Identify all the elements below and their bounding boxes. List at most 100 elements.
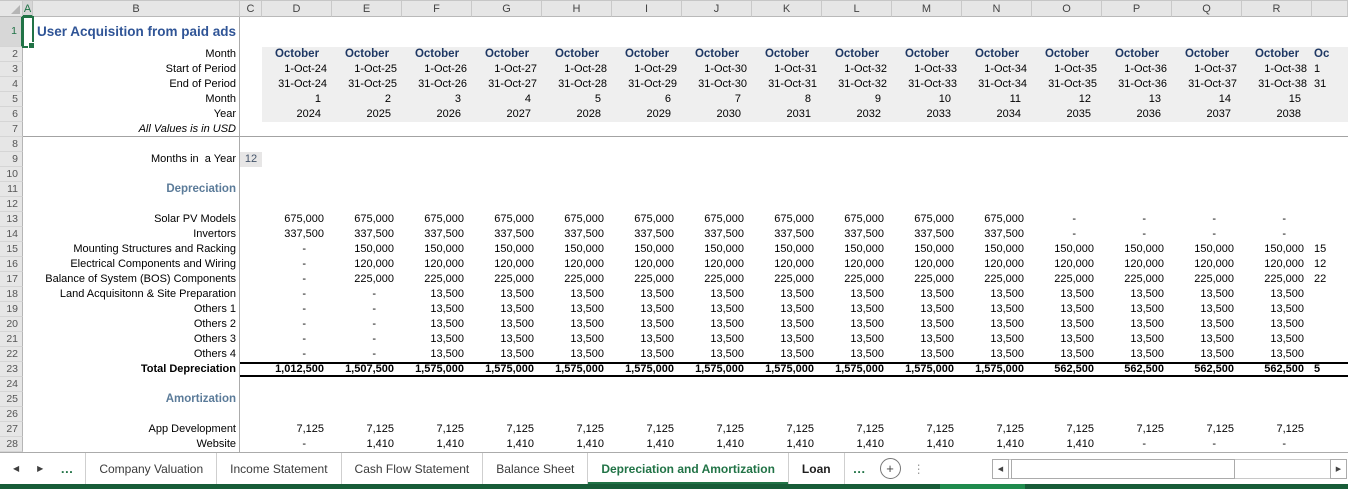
column-header-partial[interactable] (1312, 1, 1348, 17)
cell[interactable]: October (472, 47, 542, 62)
cell[interactable] (1312, 107, 1348, 122)
row-label-cell[interactable]: Depreciation (33, 182, 240, 197)
cell[interactable]: 13,500 (542, 302, 612, 317)
cell[interactable]: 1,012,500 (262, 362, 332, 377)
cell[interactable]: 31-Oct-33 (892, 77, 962, 92)
row-label-cell[interactable]: Others 4 (33, 347, 240, 362)
cell[interactable] (23, 272, 33, 287)
cell[interactable]: 13,500 (1102, 302, 1172, 317)
sheet-tab-company-valuation[interactable]: Company Valuation (85, 453, 218, 484)
cell[interactable]: 1-Oct-28 (542, 62, 612, 77)
cell[interactable]: 675,000 (892, 212, 962, 227)
cell[interactable]: 2028 (542, 107, 612, 122)
cell[interactable] (240, 347, 262, 362)
cell[interactable]: - (262, 347, 332, 362)
cell[interactable]: 2027 (472, 107, 542, 122)
cell[interactable]: 13,500 (1172, 287, 1242, 302)
cell[interactable]: 13,500 (892, 332, 962, 347)
cell[interactable]: 150,000 (682, 242, 752, 257)
cell[interactable]: 31-Oct-36 (1102, 77, 1172, 92)
cell[interactable]: 337,500 (472, 227, 542, 242)
cell[interactable]: - (332, 302, 402, 317)
cell[interactable]: 13,500 (962, 287, 1032, 302)
cell[interactable]: - (262, 242, 332, 257)
cell[interactable]: - (1032, 227, 1102, 242)
cell[interactable]: 13,500 (962, 317, 1032, 332)
cell[interactable]: 225,000 (1032, 272, 1102, 287)
cell[interactable]: 13,500 (1102, 287, 1172, 302)
column-header-C[interactable]: C (240, 1, 262, 17)
cell[interactable] (1312, 92, 1348, 107)
cell[interactable]: 2024 (262, 107, 332, 122)
column-header-K[interactable]: K (752, 1, 822, 17)
row-header-24[interactable]: 24 (0, 377, 23, 392)
cell[interactable]: 337,500 (892, 227, 962, 242)
cell[interactable] (23, 407, 33, 422)
cell[interactable]: 1,575,000 (822, 362, 892, 377)
cell[interactable]: October (1102, 47, 1172, 62)
cell[interactable]: 7 (682, 92, 752, 107)
add-sheet-button[interactable]: + (879, 458, 901, 479)
cell[interactable]: 13,500 (1102, 317, 1172, 332)
cell[interactable]: 13,500 (1172, 332, 1242, 347)
cell[interactable]: 31-Oct-31 (752, 77, 822, 92)
row-header-3[interactable]: 3 (0, 62, 23, 77)
cell[interactable]: 7,125 (262, 422, 332, 437)
row-label-cell[interactable] (33, 167, 240, 182)
cell[interactable]: 2029 (612, 107, 682, 122)
cell[interactable]: 13,500 (892, 347, 962, 362)
column-header-O[interactable]: O (1032, 1, 1102, 17)
cell[interactable]: 337,500 (682, 227, 752, 242)
cell[interactable]: - (332, 317, 402, 332)
cell[interactable]: - (262, 302, 332, 317)
fill-handle[interactable] (28, 42, 35, 49)
row-header-2[interactable]: 2 (0, 47, 23, 62)
cell[interactable]: 337,500 (402, 227, 472, 242)
cell[interactable]: - (332, 332, 402, 347)
cell[interactable]: 1 (1312, 62, 1348, 77)
row-label-cell[interactable]: Others 3 (33, 332, 240, 347)
column-header-N[interactable]: N (962, 1, 1032, 17)
cell[interactable]: - (1172, 212, 1242, 227)
cell[interactable]: 1-Oct-27 (472, 62, 542, 77)
cell[interactable] (240, 17, 262, 47)
cell[interactable]: 13,500 (682, 287, 752, 302)
cell[interactable]: October (822, 47, 892, 62)
cell[interactable]: 7,125 (752, 422, 822, 437)
row-label-cell[interactable] (33, 197, 240, 212)
cell[interactable]: - (332, 287, 402, 302)
cell[interactable]: 2038 (1242, 107, 1312, 122)
cell[interactable]: 1-Oct-26 (402, 62, 472, 77)
cell[interactable]: 120,000 (822, 257, 892, 272)
cell[interactable] (240, 257, 262, 272)
row-label-cell[interactable]: Start of Period (33, 62, 240, 77)
cell[interactable]: 225,000 (472, 272, 542, 287)
cell[interactable]: 12 (1032, 92, 1102, 107)
cell[interactable]: 1-Oct-31 (752, 62, 822, 77)
cell[interactable] (240, 212, 262, 227)
cell[interactable]: 1-Oct-24 (262, 62, 332, 77)
cell[interactable]: 13,500 (1242, 347, 1312, 362)
cell[interactable]: 13,500 (472, 317, 542, 332)
cell[interactable] (240, 362, 262, 377)
cell[interactable]: 11 (962, 92, 1032, 107)
cell[interactable]: 1,410 (472, 437, 542, 452)
cell[interactable]: 1,575,000 (472, 362, 542, 377)
cell[interactable]: 337,500 (332, 227, 402, 242)
cell[interactable]: October (682, 47, 752, 62)
row-header-9[interactable]: 9 (0, 152, 23, 167)
column-header-G[interactable]: G (472, 1, 542, 17)
column-header-Q[interactable]: Q (1172, 1, 1242, 17)
cell[interactable]: 2030 (682, 107, 752, 122)
column-header-L[interactable]: L (822, 1, 892, 17)
row-header-27[interactable]: 27 (0, 422, 23, 437)
cell[interactable]: 7,125 (1172, 422, 1242, 437)
cell[interactable]: 5 (542, 92, 612, 107)
cell[interactable]: October (402, 47, 472, 62)
cell[interactable]: 150,000 (612, 242, 682, 257)
cell[interactable] (23, 302, 33, 317)
cell[interactable]: 13,500 (542, 317, 612, 332)
cell[interactable]: 337,500 (962, 227, 1032, 242)
cell[interactable] (23, 212, 33, 227)
row-header-13[interactable]: 13 (0, 212, 23, 227)
